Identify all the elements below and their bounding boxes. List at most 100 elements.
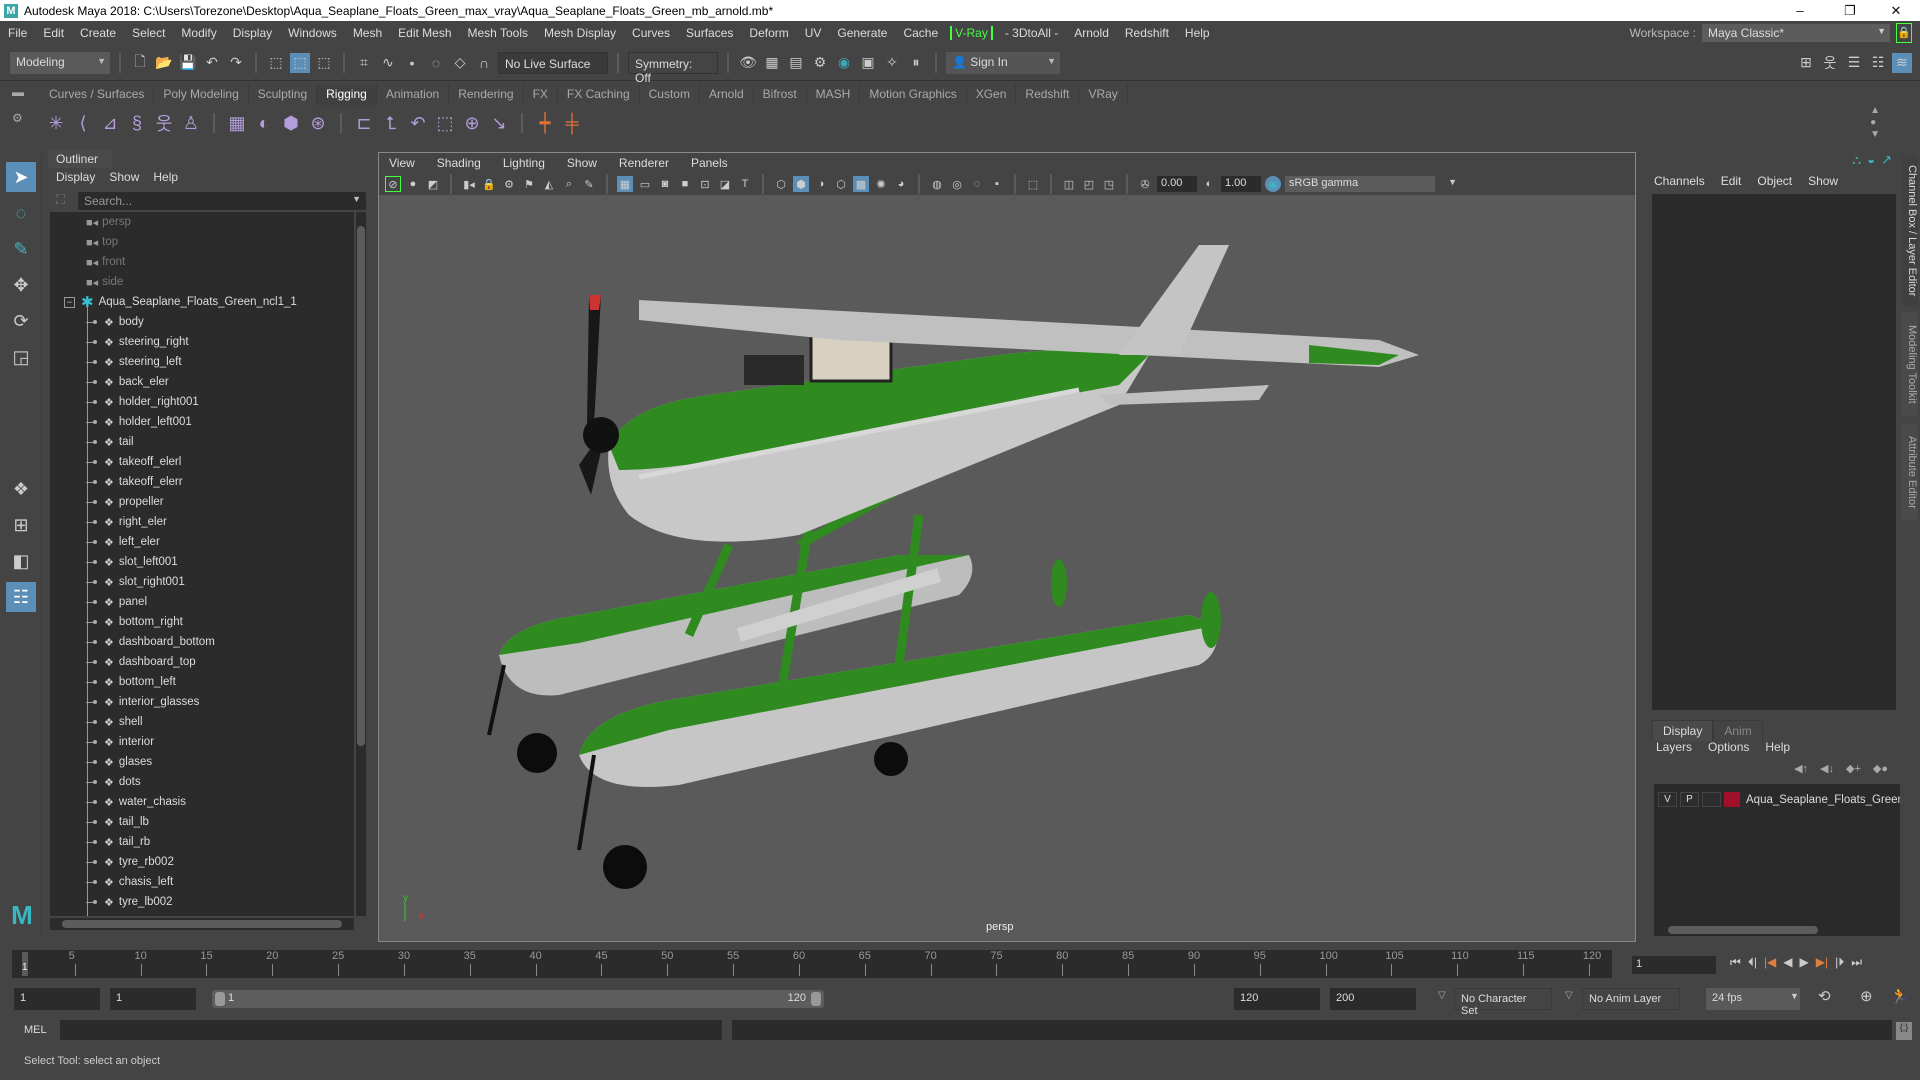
select-object-icon[interactable]: ⬚ [290,52,310,73]
speed-icon[interactable]: ◒ [1867,152,1875,168]
lasso-tool-icon[interactable]: ◌ [6,198,36,228]
cluster-icon[interactable]: ⊛ [308,113,328,133]
outliner-item[interactable]: ❖ panel [50,592,354,612]
outliner-item[interactable]: ❖ back_eler [50,372,354,392]
outliner-item[interactable]: ❖ holder_right001 [50,392,354,412]
select-tool-icon[interactable]: ➤ [6,162,36,192]
snap-grid-icon[interactable]: ⌗ [354,53,374,73]
outliner-item[interactable]: ❖ glases [50,752,354,772]
2d-pan-zoom-icon[interactable]: ⌕ [561,176,577,192]
channel-menu-edit[interactable]: Edit [1721,174,1742,188]
field-chart-icon[interactable]: ⊡ [697,176,713,192]
viewport-menu-lighting[interactable]: Lighting [503,156,545,170]
menu-arnold[interactable]: Arnold [1066,26,1117,40]
scale-constraint-icon[interactable]: ⬚ [435,113,455,133]
outliner-menu-display[interactable]: Display [56,170,95,188]
new-layer-selected-icon[interactable]: ◆● [1873,762,1888,775]
human-ik-icon[interactable]: 웃 [1820,53,1840,73]
playback-start-field[interactable]: 1 [110,988,196,1010]
shelf-tab-rigging[interactable]: Rigging [317,85,377,105]
menu-cache[interactable]: Cache [895,26,946,40]
menu-redshift[interactable]: Redshift [1117,26,1177,40]
outliner-group[interactable]: − ✱ Aqua_Seaplane_Floats_Green_ncl1_1 [50,292,354,312]
gamma-icon[interactable]: ◐ [1201,176,1217,192]
view-transform-dropdown[interactable]: sRGB gamma [1285,176,1457,192]
outliner-item[interactable]: ❖ slot_left001 [50,552,354,572]
symmetry-dropdown[interactable]: Symmetry: Off [628,51,718,85]
layer-tab-display[interactable]: Display [1652,720,1714,741]
minimize-button[interactable]: – [1780,0,1820,21]
current-frame-field[interactable]: 1 [1632,956,1716,974]
sculpt-deformer-icon[interactable]: ◐ [254,113,274,133]
pause-icon[interactable]: ⏸ [906,53,926,73]
textured-icon[interactable]: ▩ [853,176,869,192]
side-tab-attribute-editor[interactable]: Attribute Editor [1902,424,1918,520]
color-management-toggle-icon[interactable]: ◉ [1265,176,1281,192]
range-start-handle[interactable] [215,992,225,1006]
side-tab-channel-box[interactable]: Channel Box / Layer Editor [1902,156,1918,306]
character-set-dropdown[interactable]: No Character Set [1454,988,1552,1017]
layer-tab-anim[interactable]: Anim [1713,720,1763,741]
isolate-select-icon[interactable]: ⬚ [1025,176,1041,192]
step-back-frame-icon[interactable]: |◀ [1764,955,1776,970]
menu-surfaces[interactable]: Surfaces [678,26,741,40]
shelf-tab-fx[interactable]: FX [523,85,558,105]
play-backwards-icon[interactable]: ◀ [1783,955,1792,970]
shelf-tab-custom[interactable]: Custom [639,85,700,105]
viewport-canvas[interactable]: y x z persp [379,195,1635,941]
camera-attributes-icon[interactable]: ● [405,176,421,192]
aim-constraint-icon[interactable]: ⊕ [462,113,482,133]
four-view-layout-icon[interactable]: ⊞ [6,510,36,540]
shelf-tab-vray[interactable]: VRay [1079,85,1128,105]
auto-key-icon[interactable]: ⊕ [1860,987,1873,1005]
connect-joint-icon[interactable]: ┿ [535,113,555,133]
tool-settings-icon[interactable]: ☷ [1868,53,1888,73]
outliner-item[interactable]: ❖ body [50,312,354,332]
outliner-item[interactable]: ❖ tail [50,432,354,452]
workspace-dropdown[interactable]: Maya Classic* [1702,24,1890,42]
step-back-key-icon[interactable]: ⏴| [1748,955,1757,970]
anti-aliasing-icon[interactable]: ◌ [969,176,985,192]
layer-menu-help[interactable]: Help [1765,740,1790,754]
select-camera-icon[interactable]: ⊘ [385,176,401,192]
shelf-tab-fx-caching[interactable]: FX Caching [557,85,640,105]
outliner-search-input[interactable]: Search... [78,192,366,210]
mel-input[interactable] [60,1020,722,1040]
orient-constraint-icon[interactable]: ↶ [408,113,428,133]
use-all-lights-icon[interactable]: ✺ [873,176,889,192]
menu-modify[interactable]: Modify [173,26,224,40]
manipulator-icon[interactable]: ⛬ [1852,152,1861,168]
close-button[interactable]: ✕ [1876,0,1916,21]
shelf-settings-icon[interactable]: ⚙ [12,111,38,125]
menu-deform[interactable]: Deform [741,26,796,40]
shelf-tab-mash[interactable]: MASH [806,85,861,105]
snap-surface-icon[interactable]: ◇ [450,53,470,73]
xray-icon[interactable]: ◫ [1061,176,1077,192]
outliner-camera-persp[interactable]: ■◂ persp [50,212,354,232]
anim-layer-arrow-icon[interactable]: ▽ [1565,990,1573,1001]
shelf-tab-sculpting[interactable]: Sculpting [248,85,318,105]
camera-icon[interactable]: ▮◂ [461,176,477,192]
hypershade-icon[interactable]: ◉ [834,53,854,73]
go-to-start-icon[interactable]: ⏮ [1730,955,1741,970]
character-set-arrow-icon[interactable]: ▽ [1438,990,1446,1001]
point-constraint-icon[interactable]: ⮤ [381,113,401,133]
menu-display[interactable]: Display [225,26,280,40]
shelf-tab-poly-modeling[interactable]: Poly Modeling [154,85,249,105]
collapse-icon[interactable]: − [64,296,75,308]
viewport-menu-panels[interactable]: Panels [691,156,728,170]
bookmarks-icon[interactable]: ◩ [425,176,441,192]
parent-constraint-icon[interactable]: ⊏ [354,113,374,133]
animation-start-field[interactable]: 1 [14,988,100,1010]
layer-name[interactable]: Aqua_Seaplane_Floats_Green [1746,794,1904,806]
script-editor-icon[interactable]: {;} [1896,1022,1912,1040]
outliner-item[interactable]: ❖ slot_right001 [50,572,354,592]
shelf-tab-curves-surfaces[interactable]: Curves / Surfaces [40,85,155,105]
outliner-item[interactable]: ❖ tail_rb [50,832,354,852]
attribute-editor-icon[interactable]: ☰ [1844,53,1864,73]
range-end-handle[interactable] [811,992,821,1006]
wireframe-on-shaded-icon[interactable]: ⬡ [833,176,849,192]
bookmark-icon[interactable]: ⚑ [521,176,537,192]
move-tool-icon[interactable]: ✥ [6,270,36,300]
ik-spline-icon[interactable]: § [127,113,147,133]
